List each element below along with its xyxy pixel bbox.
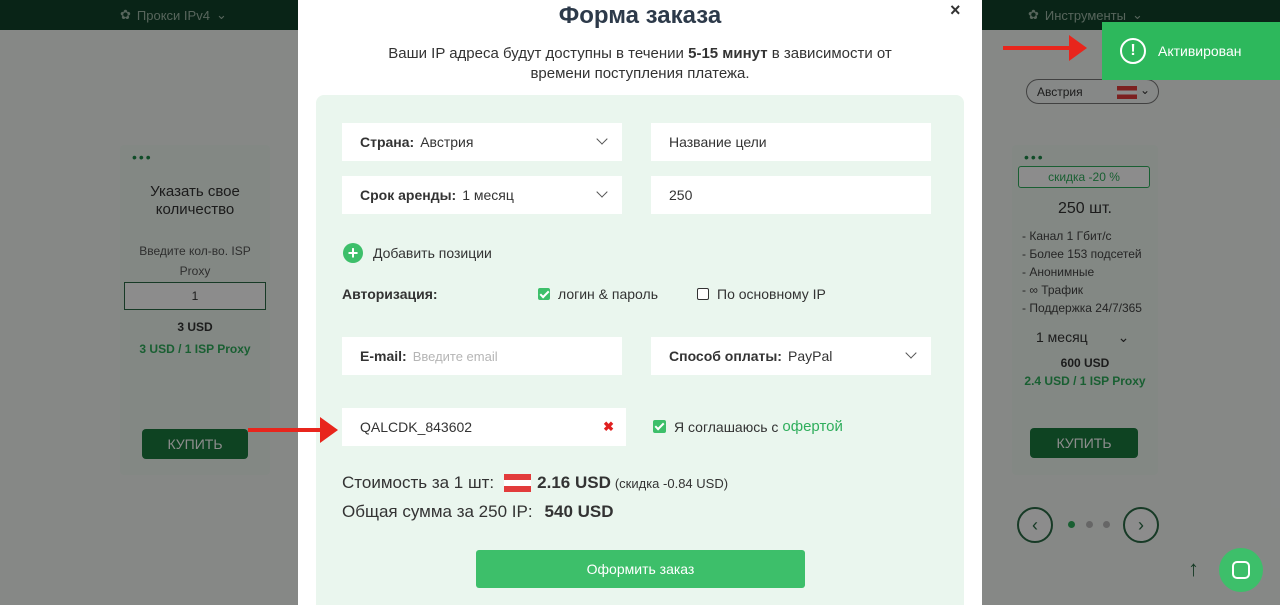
checkbox-checked-icon: [653, 420, 666, 433]
total-label: Общая сумма за 250 IP:: [342, 502, 533, 521]
modal-title: Форма заказа: [558, 2, 722, 29]
submit-order-button[interactable]: Оформить заказ: [476, 550, 805, 588]
payment-value: PayPal: [787, 348, 833, 364]
total-value: 540 USD: [544, 502, 614, 521]
subtitle-bold: 5-15 минут: [688, 45, 768, 62]
unit-cost-discount: (скидка -0.84 USD): [614, 475, 729, 491]
quantity-value: 250: [669, 187, 693, 203]
annotation-arrow: [248, 417, 338, 443]
term-select[interactable]: Срок аренды: 1 месяц: [342, 176, 622, 214]
chevron-down-icon: [596, 133, 608, 145]
payment-select[interactable]: Способ оплаты: PayPal: [651, 337, 931, 375]
clear-promo-icon[interactable]: ✖: [603, 419, 614, 435]
payment-label: Способ оплаты:: [669, 348, 782, 364]
alert-icon: !: [1120, 38, 1146, 64]
target-value: Название цели: [669, 134, 767, 150]
country-select[interactable]: Страна: Австрия: [342, 123, 622, 161]
auth-login-label: логин & пароль: [558, 286, 658, 302]
subtitle-pre: Ваши IP адреса будут доступны в течении: [388, 45, 684, 62]
agree-text: Я соглашаюсь с: [674, 418, 779, 435]
checkbox-unchecked-icon: [697, 288, 709, 300]
order-form: Страна: Австрия Название цели Срок аренд…: [316, 95, 964, 605]
promo-code-value: QALCDK_843602: [360, 419, 473, 435]
promo-code-input[interactable]: QALCDK_843602 ✖: [342, 408, 626, 446]
country-label: Страна:: [360, 134, 415, 150]
unit-cost-label: Стоимость за 1 шт:: [342, 473, 495, 492]
austria-flag-icon: [504, 474, 532, 492]
auth-ip-label: По основному IP: [717, 286, 826, 302]
annotation-arrow: [1003, 35, 1087, 61]
quantity-field[interactable]: 250: [651, 176, 931, 214]
offer-link[interactable]: офертой: [782, 418, 842, 435]
agree-checkbox[interactable]: Я соглашаюсь с офертой: [653, 418, 843, 435]
email-field[interactable]: E-mail: Введите email: [342, 337, 622, 375]
close-icon[interactable]: ×: [950, 0, 961, 21]
chevron-down-icon: [905, 347, 917, 359]
auth-label: Авторизация:: [342, 286, 438, 302]
activated-toast: ! Активирован: [1102, 22, 1280, 80]
add-positions-button[interactable]: + Добавить позиции: [343, 243, 492, 263]
toast-text: Активирован: [1158, 43, 1242, 59]
term-value: 1 месяц: [462, 187, 514, 203]
term-label: Срок аренды:: [360, 187, 457, 203]
modal-subtitle: Ваши IP адреса будут доступны в течении …: [358, 44, 922, 84]
order-modal: Форма заказа × Ваши IP адреса будут дост…: [298, 0, 982, 605]
unit-cost-line: Стоимость за 1 шт: 2.16 USD (скидка -0.8…: [342, 473, 728, 493]
total-line: Общая сумма за 250 IP: 540 USD: [342, 502, 614, 522]
email-label: E-mail:: [360, 348, 407, 364]
unit-cost-value: 2.16 USD: [537, 473, 611, 492]
checkbox-checked-icon: [538, 288, 550, 300]
chevron-down-icon: [596, 186, 608, 198]
chat-icon: [1232, 561, 1250, 579]
auth-ip-checkbox[interactable]: По основному IP: [697, 286, 826, 302]
email-placeholder: Введите email: [412, 348, 498, 364]
auth-login-checkbox[interactable]: логин & пароль: [538, 286, 658, 302]
plus-icon: +: [343, 243, 363, 263]
target-field[interactable]: Название цели: [651, 123, 931, 161]
chat-button[interactable]: [1219, 548, 1263, 592]
add-positions-label: Добавить позиции: [373, 245, 492, 261]
country-value: Австрия: [420, 134, 474, 150]
